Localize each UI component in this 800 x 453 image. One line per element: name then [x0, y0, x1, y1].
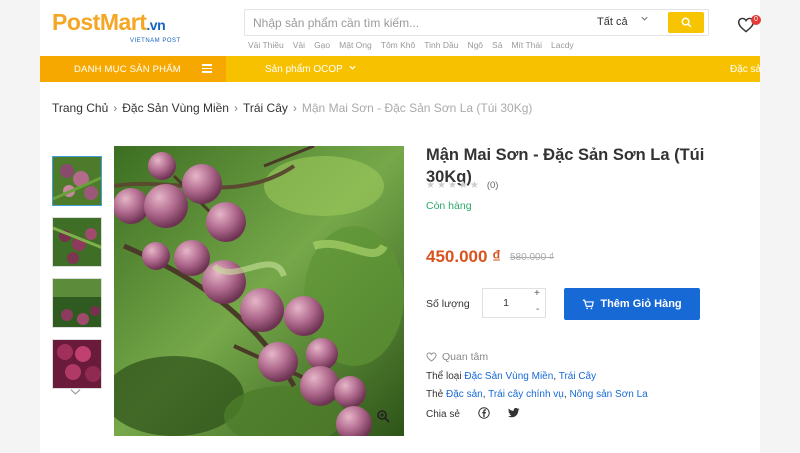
keyword-link[interactable]: Mít Thái	[511, 40, 542, 50]
breadcrumb-fruit[interactable]: Trái Cây	[243, 101, 288, 115]
nav-item-ocop[interactable]: Sản phẩm OCOP	[265, 64, 343, 75]
search-category-select[interactable]: Tất cả	[597, 16, 628, 28]
category-label: Thể loại	[426, 371, 462, 382]
search-button[interactable]	[668, 12, 704, 33]
keyword-link[interactable]: Vải	[293, 40, 305, 50]
keyword-link[interactable]: Ngô	[467, 40, 483, 50]
popular-keywords: Vải Thiều Vải Gạo Mật Ong Tôm Khô Tinh D…	[248, 40, 574, 50]
product-categories: Thể loại Đặc Sản Vùng Miền, Trái Cây	[426, 371, 597, 382]
product-main-image[interactable]	[114, 146, 404, 436]
product-thumbnail[interactable]	[52, 217, 102, 267]
product-thumbnail[interactable]	[52, 156, 102, 206]
keyword-link[interactable]: Gạo	[314, 40, 330, 50]
stock-status: Còn hàng	[426, 200, 472, 212]
heart-icon	[426, 352, 437, 362]
logo-suffix: .vn	[146, 17, 166, 33]
keyword-link[interactable]: Vải Thiều	[248, 40, 284, 50]
facebook-icon[interactable]	[478, 407, 490, 422]
breadcrumb-separator: ›	[292, 101, 297, 115]
breadcrumb-current: Mận Mai Sơn - Đặc Sản Sơn La (Túi 30Kg)	[301, 101, 533, 115]
wishlist-link[interactable]: Quan tâm	[426, 351, 488, 363]
add-to-cart-button[interactable]: Thêm Giỏ Hàng	[564, 288, 700, 320]
page: PostMart.vn VIETNAM POST Tất cả 0 Vải Th…	[40, 0, 761, 453]
tag-link[interactable]: Nông sản Sơn La	[569, 389, 647, 400]
main-nav: DANH MỤC SẢN PHẨM Sản phẩm OCOP Đặc sả	[40, 56, 761, 82]
share-label: Chia sẻ	[426, 409, 460, 420]
original-price: 580.000 ₫	[510, 252, 555, 263]
quantity-input[interactable]: 1	[483, 297, 529, 309]
header: PostMart.vn VIETNAM POST Tất cả 0 Vải Th…	[40, 0, 761, 55]
keyword-link[interactable]: Tinh Dầu	[424, 40, 458, 50]
right-margin	[760, 0, 800, 453]
product-thumbnail[interactable]	[52, 278, 102, 328]
search-input[interactable]	[253, 14, 573, 32]
cart-icon	[583, 299, 595, 309]
keyword-link[interactable]: Tôm Khô	[381, 40, 416, 50]
sale-price: 450.000 ₫	[426, 247, 501, 266]
chevron-down-icon[interactable]	[348, 63, 357, 74]
keyword-link[interactable]: Mật Ong	[339, 40, 372, 50]
rating-count: (0)	[486, 180, 499, 191]
category-link[interactable]: Trái Cây	[559, 371, 596, 382]
quantity-minus-button[interactable]: -	[536, 304, 539, 315]
breadcrumb-separator: ›	[113, 101, 118, 115]
breadcrumb-home[interactable]: Trang Chủ	[52, 101, 108, 115]
star-icon: ★	[426, 180, 435, 191]
breadcrumb-separator: ›	[233, 101, 238, 115]
product-thumbnail[interactable]	[52, 339, 102, 389]
logo-subtitle: VIETNAM POST	[130, 38, 181, 44]
logo-wordmark: PostMart	[52, 9, 147, 35]
nav-item-specialty[interactable]: Đặc sả	[730, 64, 761, 75]
keyword-link[interactable]: Lacdy	[551, 40, 574, 50]
quantity-plus-button[interactable]: +	[534, 288, 540, 299]
category-link[interactable]: Đặc Sản Vùng Miền	[464, 371, 553, 382]
left-margin	[0, 0, 40, 453]
keyword-link[interactable]: Sả	[492, 40, 502, 50]
rating: ★ ★ ★ ★ ★ (0)	[426, 180, 498, 191]
product-info: Mận Mai Sơn - Đặc Sản Sơn La (Túi 30Kg) …	[426, 144, 746, 420]
twitter-icon[interactable]	[507, 408, 520, 421]
logo[interactable]: PostMart.vn VIETNAM POST	[52, 10, 181, 45]
search-icon	[681, 17, 691, 28]
chevron-down-icon[interactable]	[70, 388, 81, 399]
tag-link[interactable]: Đặc sản	[446, 389, 483, 400]
tag-link[interactable]: Trái cây chính vụ	[488, 389, 564, 400]
wishlist-label: Quan tâm	[442, 351, 489, 363]
quantity-label: Số lượng	[426, 298, 470, 310]
tag-label: Thẻ	[426, 389, 444, 400]
star-icon: ★	[469, 180, 479, 191]
star-icon: ★	[458, 180, 468, 191]
zoom-icon[interactable]	[376, 409, 390, 423]
star-icon: ★	[447, 180, 457, 191]
hamburger-icon	[202, 64, 212, 73]
breadcrumb-region[interactable]: Đặc Sản Vùng Miền	[122, 101, 229, 115]
star-icon: ★	[436, 180, 446, 191]
category-menu-button[interactable]: DANH MỤC SẢN PHẨM	[40, 56, 226, 82]
search-bar: Tất cả	[244, 9, 709, 36]
product-tags: Thẻ Đặc sản, Trái cây chính vụ, Nông sản…	[426, 389, 648, 400]
share-row: Chia sẻ	[426, 407, 520, 422]
wishlist-count-badge: 0	[751, 15, 761, 25]
breadcrumb: Trang Chủ › Đặc Sản Vùng Miền › Trái Cây › Mận…	[52, 101, 532, 115]
add-to-cart-label: Thêm Giỏ Hàng	[600, 298, 682, 310]
thumbnail-list	[52, 156, 102, 400]
category-menu-label: DANH MỤC SẢN PHẨM	[74, 64, 181, 75]
chevron-down-icon[interactable]	[640, 14, 649, 26]
